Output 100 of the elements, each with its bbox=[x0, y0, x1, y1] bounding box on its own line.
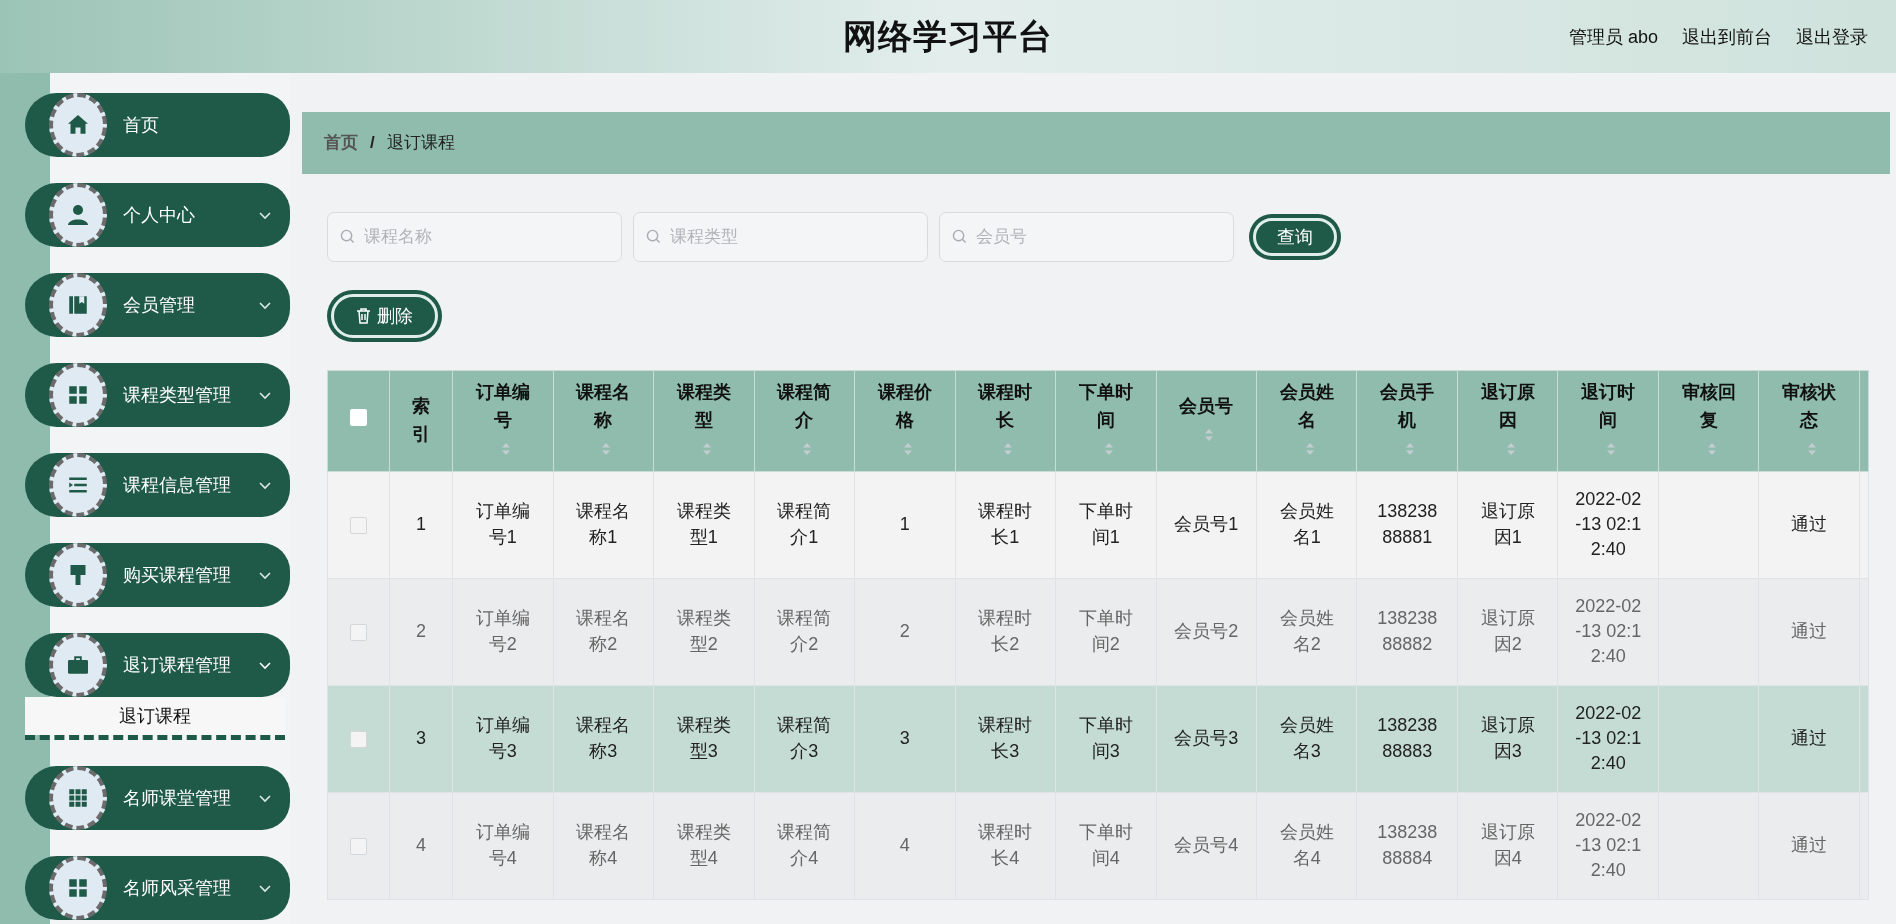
sort-icon[interactable] bbox=[802, 441, 813, 456]
sidebar-item[interactable]: 课程信息管理 bbox=[25, 453, 290, 517]
table-cell: 课程名称2 bbox=[576, 608, 631, 654]
table-cell: 会员姓名3 bbox=[1279, 715, 1334, 761]
sidebar-item[interactable]: 课程类型管理 bbox=[25, 363, 290, 427]
brush-icon bbox=[68, 565, 88, 585]
table-cell: 课程类型3 bbox=[676, 715, 731, 761]
table-cell: 2022-02-13 02:12:40 bbox=[1575, 595, 1642, 667]
sort-icon[interactable] bbox=[1405, 441, 1416, 456]
delete-button[interactable]: 删除 bbox=[327, 290, 442, 342]
table-cell: 课程简介3 bbox=[777, 715, 832, 761]
table-cell: 课程简介2 bbox=[777, 608, 832, 654]
table-cell: 订单编号2 bbox=[475, 608, 530, 654]
table-cell: 会员号3 bbox=[1174, 728, 1239, 749]
sidebar-item[interactable]: 名师课堂管理 bbox=[25, 766, 290, 830]
sort-icon[interactable] bbox=[1505, 441, 1516, 456]
search-field[interactable]: 课程名称 bbox=[327, 212, 622, 262]
table-cell: 课程名称1 bbox=[576, 501, 631, 547]
table-cell: 课程简介4 bbox=[777, 822, 832, 868]
header-link[interactable]: 退出登录 bbox=[1796, 24, 1868, 51]
sort-icon[interactable] bbox=[1706, 441, 1717, 456]
table-cell: 下单时间3 bbox=[1078, 715, 1133, 761]
table-cell: 课程时长4 bbox=[978, 822, 1033, 868]
table-cell: 13823888882 bbox=[1377, 608, 1438, 654]
table-cell: 13823888883 bbox=[1377, 715, 1438, 761]
table-cell: 2022-02-13 02:12:40 bbox=[1575, 809, 1642, 881]
table-cell: 13823888881 bbox=[1377, 501, 1438, 547]
search-field[interactable]: 会员号 bbox=[939, 212, 1234, 262]
row-checkbox[interactable] bbox=[350, 730, 367, 748]
table-cell: 课程时长2 bbox=[978, 608, 1033, 654]
sidebar-item[interactable]: 会员管理 bbox=[25, 273, 290, 337]
column-header: 索引 bbox=[411, 394, 432, 446]
table-cell: 4 bbox=[899, 835, 910, 856]
table-cell: 3 bbox=[416, 728, 427, 749]
sort-icon[interactable] bbox=[1606, 441, 1617, 456]
table-cell: 通过 bbox=[1791, 728, 1828, 749]
select-all-checkbox[interactable] bbox=[350, 408, 367, 426]
table-cell: 1 bbox=[416, 514, 427, 535]
table-cell: 会员姓名2 bbox=[1279, 608, 1334, 654]
sort-icon[interactable] bbox=[1103, 441, 1114, 456]
sort-icon[interactable] bbox=[500, 441, 511, 456]
breadcrumb-item[interactable]: 首页 bbox=[324, 130, 358, 156]
table-cell: 课程名称3 bbox=[576, 715, 631, 761]
table-cell: 13823888884 bbox=[1377, 822, 1438, 868]
breadcrumb-item: 退订课程 bbox=[386, 132, 455, 155]
table-cell: 退订原因1 bbox=[1480, 501, 1535, 547]
sort-icon[interactable] bbox=[1304, 441, 1315, 456]
search-field[interactable]: 课程类型 bbox=[633, 212, 928, 262]
row-checkbox[interactable] bbox=[350, 837, 367, 855]
table-cell: 课程简介1 bbox=[777, 501, 832, 547]
table-cell: 课程类型1 bbox=[676, 501, 731, 547]
sort-icon[interactable] bbox=[1204, 427, 1215, 442]
header-link[interactable]: 管理员 abo bbox=[1568, 24, 1658, 51]
search-button[interactable]: 查询 bbox=[1249, 214, 1341, 260]
table-cell: 2 bbox=[416, 621, 427, 642]
sort-icon[interactable] bbox=[902, 441, 913, 456]
sort-icon[interactable] bbox=[1807, 441, 1818, 456]
list-icon bbox=[68, 475, 88, 495]
table-cell: 课程时长1 bbox=[978, 501, 1033, 547]
sidebar-item[interactable]: 购买课程管理 bbox=[25, 543, 290, 607]
sidebar-item[interactable]: 退订课程管理 bbox=[25, 633, 290, 697]
row-checkbox[interactable] bbox=[350, 516, 367, 534]
table-cell: 3 bbox=[899, 728, 910, 749]
table-cell: 退订原因3 bbox=[1480, 715, 1535, 761]
table-cell: 课程类型2 bbox=[676, 608, 731, 654]
table-cell: 会员号4 bbox=[1174, 835, 1239, 856]
column-header[interactable]: 会员号 bbox=[1179, 392, 1234, 421]
sort-icon[interactable] bbox=[1003, 441, 1014, 456]
table-cell: 2022-02-13 02:12:40 bbox=[1575, 702, 1642, 774]
table-cell: 通过 bbox=[1791, 621, 1828, 642]
grid-icon bbox=[68, 878, 88, 898]
table-cell: 通过 bbox=[1791, 514, 1828, 535]
submenu-item[interactable]: 退订课程 bbox=[25, 697, 285, 735]
table-cell: 订单编号3 bbox=[475, 715, 530, 761]
user-icon bbox=[68, 205, 88, 225]
home-icon bbox=[68, 115, 88, 135]
table-cell: 课程名称4 bbox=[576, 822, 631, 868]
sort-icon[interactable] bbox=[701, 441, 712, 456]
grid-icon bbox=[68, 788, 88, 808]
header-link[interactable]: 退出到前台 bbox=[1682, 24, 1772, 51]
sidebar-item[interactable]: 首页 bbox=[25, 93, 290, 157]
table-cell: 退订原因4 bbox=[1480, 822, 1535, 868]
book-icon bbox=[68, 295, 88, 315]
table-cell: 2 bbox=[899, 621, 910, 642]
table-cell: 下单时间2 bbox=[1078, 608, 1133, 654]
sidebar-item[interactable]: 个人中心 bbox=[25, 183, 290, 247]
sort-icon[interactable] bbox=[601, 441, 612, 456]
table-cell: 下单时间4 bbox=[1078, 822, 1133, 868]
table-cell: 订单编号4 bbox=[475, 822, 530, 868]
trash-icon bbox=[356, 308, 371, 324]
table-cell: 会员号2 bbox=[1174, 621, 1239, 642]
table-cell: 退订原因2 bbox=[1480, 608, 1535, 654]
table-cell: 会员姓名4 bbox=[1279, 822, 1334, 868]
breadcrumb-separator: / bbox=[370, 132, 375, 155]
table-cell: 通过 bbox=[1791, 835, 1828, 856]
row-checkbox[interactable] bbox=[350, 623, 367, 641]
table-cell: 课程时长3 bbox=[978, 715, 1033, 761]
table-cell: 课程类型4 bbox=[676, 822, 731, 868]
sidebar-item[interactable]: 名师风采管理 bbox=[25, 856, 290, 920]
table-cell: 2022-02-13 02:12:40 bbox=[1575, 488, 1642, 560]
